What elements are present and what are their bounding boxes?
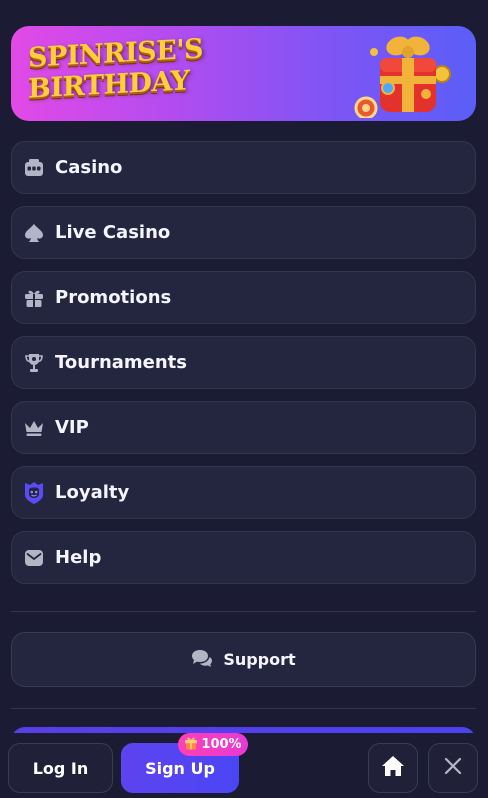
menu-item-label: Live Casino [55, 222, 171, 243]
close-button[interactable] [428, 743, 478, 793]
login-button[interactable]: Log In [8, 743, 113, 793]
side-menu: SPINRISE'S BIRTHDAY Casino Live Casino P… [0, 0, 488, 798]
gift-icon [23, 287, 45, 309]
bottom-action-bar: Log In Sign Up 100% [0, 733, 488, 798]
close-icon [443, 756, 463, 780]
bonus-badge: 100% [178, 733, 248, 756]
home-icon [381, 755, 405, 781]
main-menu: Casino Live Casino Promotions Tournament… [11, 141, 476, 596]
loyalty-shield-icon [23, 481, 45, 504]
bonus-badge-text: 100% [201, 737, 242, 752]
menu-item-label: Help [55, 547, 102, 568]
chat-bubbles-icon [191, 648, 213, 672]
trophy-icon [23, 352, 45, 374]
menu-item-live-casino[interactable]: Live Casino [11, 206, 476, 259]
message-icon [23, 547, 45, 569]
menu-item-tournaments[interactable]: Tournaments [11, 336, 476, 389]
gift-icon [184, 736, 198, 754]
menu-item-loyalty[interactable]: Loyalty [11, 466, 476, 519]
menu-item-label: Tournaments [55, 352, 188, 373]
menu-item-casino[interactable]: Casino [11, 141, 476, 194]
menu-item-label: Loyalty [55, 482, 130, 503]
support-button[interactable]: Support [11, 632, 476, 687]
birthday-promo-banner[interactable]: SPINRISE'S BIRTHDAY [11, 26, 476, 121]
menu-item-label: VIP [55, 417, 89, 438]
slot-machine-icon [23, 157, 45, 179]
banner-title: SPINRISE'S BIRTHDAY [28, 33, 208, 105]
gift-box-illustration [354, 36, 451, 118]
support-label: Support [223, 650, 296, 669]
divider [11, 708, 476, 709]
crown-icon [23, 417, 45, 439]
divider [11, 611, 476, 612]
menu-item-promotions[interactable]: Promotions [11, 271, 476, 324]
spade-icon [23, 222, 45, 244]
home-button[interactable] [368, 743, 418, 793]
menu-item-help[interactable]: Help [11, 531, 476, 584]
menu-item-label: Casino [55, 157, 123, 178]
menu-item-label: Promotions [55, 287, 172, 308]
menu-item-vip[interactable]: VIP [11, 401, 476, 454]
